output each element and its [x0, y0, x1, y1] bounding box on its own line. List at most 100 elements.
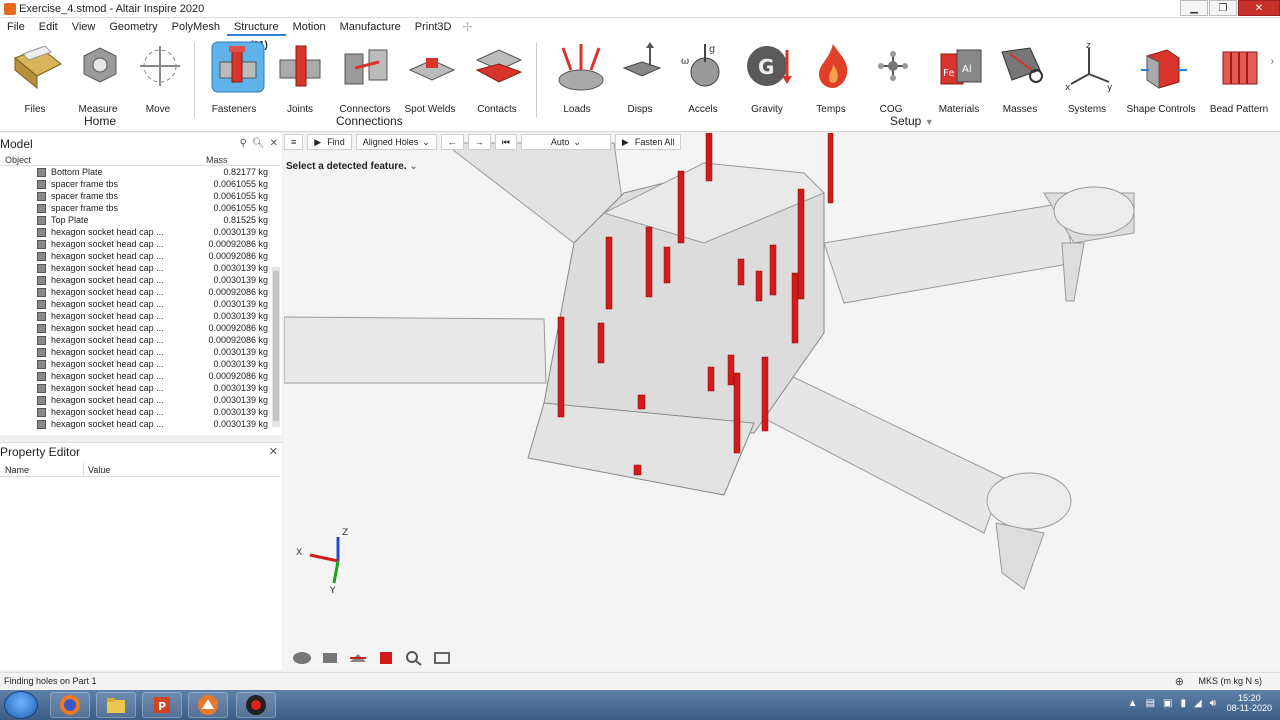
close-button[interactable]: ✕: [1238, 0, 1280, 16]
close-icon[interactable]: ✕: [269, 445, 278, 458]
systems-tool[interactable]: z x y Systems: [1052, 40, 1122, 115]
list-item[interactable]: hexagon socket head cap ... 0.0030139 kg: [0, 395, 276, 407]
list-item[interactable]: hexagon socket head cap ... 0.0030139 kg: [0, 419, 276, 431]
list-item[interactable]: hexagon socket head cap ... 0.0030139 kg: [0, 347, 276, 359]
signal-icon[interactable]: ◢: [1194, 698, 1202, 709]
next-button[interactable]: →: [467, 134, 491, 150]
battery-icon[interactable]: ▮: [1180, 698, 1186, 709]
altair-inspire-icon[interactable]: [188, 692, 228, 718]
menu-structure[interactable]: Structure: [226, 18, 286, 36]
menu-geometry[interactable]: Geometry: [102, 18, 164, 36]
list-item[interactable]: hexagon socket head cap ... 0.00092086 kg: [0, 323, 276, 335]
spotwelds-tool[interactable]: Spot Welds: [395, 40, 465, 115]
powerpoint-icon[interactable]: P: [142, 692, 182, 718]
object-column[interactable]: Object: [5, 155, 31, 165]
menu-print3d[interactable]: Print3D: [408, 18, 459, 36]
svg-text:Fe: Fe: [943, 68, 954, 79]
menu-polymesh[interactable]: PolyMesh: [165, 18, 227, 36]
filter-icon[interactable]: ⚲: [240, 138, 247, 149]
menu-motion[interactable]: Motion: [286, 18, 333, 36]
network-icon[interactable]: ▤: [1146, 698, 1155, 709]
search-icon[interactable]: 🔍︎: [252, 138, 265, 149]
loads-tool[interactable]: Loads: [542, 40, 612, 115]
list-item[interactable]: hexagon socket head cap ... 0.0030139 kg: [0, 263, 276, 275]
fasteners-tool[interactable]: Fasteners: [199, 40, 269, 115]
value-column[interactable]: Value: [88, 465, 110, 475]
masses-tool[interactable]: Masses: [985, 40, 1055, 115]
list-item[interactable]: hexagon socket head cap ... 0.00092086 kg: [0, 371, 276, 383]
list-item[interactable]: hexagon socket head cap ... 0.00092086 kg: [0, 335, 276, 347]
fit-view-icon[interactable]: [432, 649, 452, 667]
joints-tool[interactable]: Joints: [265, 40, 335, 115]
unit-system[interactable]: MKS (m kg N s): [1198, 676, 1262, 686]
group-setup[interactable]: Setup ▼: [890, 114, 934, 128]
menu-toggle-button[interactable]: ≡: [284, 134, 304, 150]
shape-controls-tool[interactable]: Shape Controls: [1126, 40, 1196, 115]
volume-icon[interactable]: 🔊︎: [1210, 698, 1216, 709]
fasten-all-button[interactable]: ▶ Fasten All: [614, 134, 682, 150]
move-tool[interactable]: Move: [123, 40, 193, 115]
disps-tool[interactable]: Disps: [605, 40, 675, 115]
coordinate-systems-icon: z x y: [1063, 40, 1113, 93]
connectors-tool[interactable]: Connectors: [330, 40, 400, 115]
orbit-icon[interactable]: [292, 649, 312, 667]
screen-recorder-icon[interactable]: [236, 692, 276, 718]
menu-file[interactable]: File: [0, 18, 32, 36]
list-item[interactable]: spacer frame tbs 0.0061055 kg: [0, 203, 276, 215]
name-column[interactable]: Name: [5, 465, 29, 475]
files-tool[interactable]: Files: [0, 40, 70, 115]
ribbon-scroll-right-icon[interactable]: ›: [1271, 56, 1274, 67]
accels-tool[interactable]: gω Accels: [668, 40, 738, 115]
start-button[interactable]: [4, 691, 38, 719]
list-item[interactable]: hexagon socket head cap ... 0.0030139 kg: [0, 311, 276, 323]
minimize-button[interactable]: ▁: [1180, 0, 1208, 16]
zoom-icon[interactable]: [404, 649, 424, 667]
chevron-down-icon[interactable]: ⌄: [409, 161, 417, 172]
find-button[interactable]: ▶ Find: [307, 134, 352, 150]
mass-column[interactable]: Mass: [206, 155, 228, 165]
masses-label: Masses: [1002, 104, 1038, 115]
close-icon[interactable]: ✕: [270, 138, 278, 149]
box-select-icon[interactable]: [376, 649, 396, 667]
aligned-holes-dropdown[interactable]: Aligned Holes ⌄: [355, 134, 437, 150]
previous-button[interactable]: ←: [440, 134, 464, 150]
list-item[interactable]: hexagon socket head cap ... 0.0030139 kg: [0, 275, 276, 287]
drone-model[interactable]: [284, 133, 1280, 671]
pan-icon[interactable]: [320, 649, 340, 667]
list-item[interactable]: hexagon socket head cap ... 0.00092086 kg: [0, 251, 276, 263]
bead-pattern-tool[interactable]: Bead Pattern: [1204, 40, 1274, 115]
list-item[interactable]: spacer frame tbs 0.0061055 kg: [0, 179, 276, 191]
display-icon[interactable]: ▣: [1163, 698, 1172, 709]
list-item[interactable]: hexagon socket head cap ... 0.0030139 kg: [0, 407, 276, 419]
snap-icon[interactable]: ⊕: [1175, 675, 1184, 688]
list-item[interactable]: Top Plate 0.81525 kg: [0, 215, 276, 227]
chevron-up-icon[interactable]: ▲: [1128, 698, 1138, 709]
maximize-button[interactable]: ❐: [1209, 0, 1237, 16]
list-item[interactable]: Bottom Plate 0.82177 kg: [0, 167, 276, 179]
auto-dropdown[interactable]: Auto ⌄: [520, 134, 611, 150]
menu-edit[interactable]: Edit: [32, 18, 65, 36]
file-explorer-icon[interactable]: [96, 692, 136, 718]
firefox-icon[interactable]: [50, 692, 90, 718]
list-item[interactable]: hexagon socket head cap ... 0.00092086 kg: [0, 287, 276, 299]
section-icon[interactable]: [348, 649, 368, 667]
list-item[interactable]: hexagon socket head cap ... 0.0030139 kg: [0, 383, 276, 395]
list-item[interactable]: hexagon socket head cap ... 0.00092086 kg: [0, 239, 276, 251]
cog-tool[interactable]: COG: [856, 40, 926, 115]
list-item[interactable]: spacer frame tbs 0.0061055 kg: [0, 191, 276, 203]
part-mass: 0.00092086 kg: [208, 335, 268, 345]
play-icon: ▶: [621, 136, 629, 147]
add-ribbon-icon[interactable]: ✢: [458, 20, 476, 34]
materials-tool[interactable]: Fe Al Materials: [924, 40, 994, 115]
menu-view[interactable]: View: [65, 18, 103, 36]
3d-viewport[interactable]: ≡ ▶ Find Aligned Holes ⌄ ← → ⏮ Auto ⌄ ▶ Fast…: [284, 133, 1280, 671]
menu-manufacture[interactable]: Manufacture: [333, 18, 408, 36]
list-item[interactable]: hexagon socket head cap ... 0.0030139 kg: [0, 227, 276, 239]
list-item[interactable]: hexagon socket head cap ... 0.0030139 kg: [0, 359, 276, 371]
gravity-tool[interactable]: G Gravity: [732, 40, 802, 115]
model-scrollbar[interactable]: [272, 267, 280, 427]
contacts-tool[interactable]: Contacts: [462, 40, 532, 115]
first-button[interactable]: ⏮: [494, 134, 517, 150]
list-item[interactable]: hexagon socket head cap ... 0.0030139 kg: [0, 299, 276, 311]
clock[interactable]: 15:20 08-11-2020: [1227, 690, 1272, 720]
